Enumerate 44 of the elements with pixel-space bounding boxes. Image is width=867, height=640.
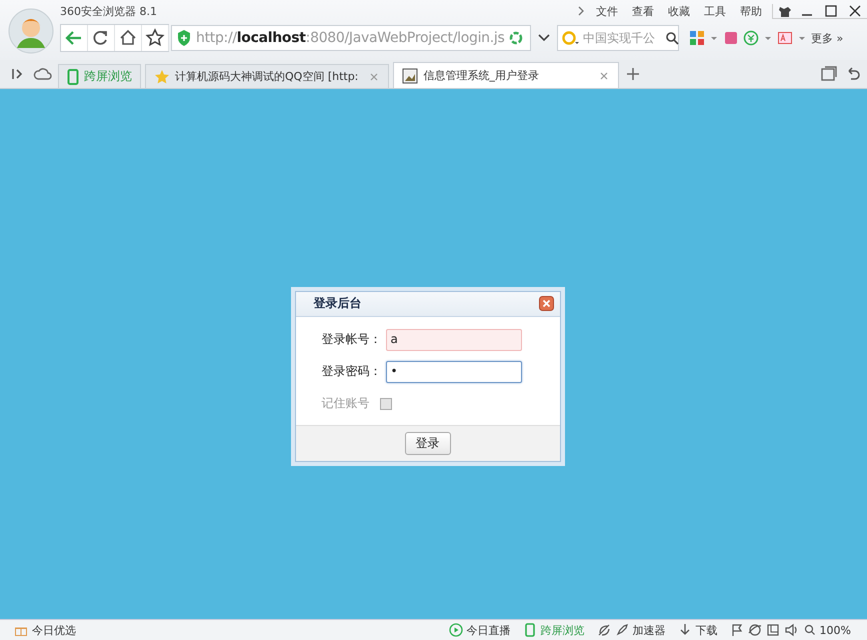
browser-tab[interactable]: 信息管理系统_用户登录 bbox=[393, 62, 620, 88]
down-arrow-icon[interactable] bbox=[678, 623, 692, 637]
search-bar[interactable]: 中国实现千公 bbox=[557, 25, 679, 51]
menu-item[interactable]: 文件 bbox=[596, 4, 618, 18]
menu-item[interactable]: 收藏 bbox=[668, 4, 690, 18]
translate-icon[interactable] bbox=[777, 30, 793, 46]
picture-icon bbox=[402, 68, 418, 84]
apps-grid-icon[interactable] bbox=[689, 30, 705, 46]
browser-tab[interactable]: 计算机源码大神调试的QQ空间 [http: bbox=[145, 64, 390, 88]
chevron-icon[interactable] bbox=[576, 5, 586, 17]
url-text: http://localhost:8080/JavaWebProject/login.js bbox=[196, 30, 504, 46]
more-link[interactable]: 更多 » bbox=[811, 30, 844, 46]
play-icon[interactable] bbox=[448, 623, 463, 637]
recycle-icon[interactable] bbox=[508, 30, 524, 46]
window-icon[interactable] bbox=[766, 623, 780, 637]
star-icon bbox=[154, 68, 170, 84]
login-button[interactable]: 登录 bbox=[404, 432, 450, 454]
status-item[interactable]: 今日直播 bbox=[466, 622, 511, 638]
window-title: 360安全浏览器 8.1 bbox=[60, 4, 157, 18]
zoom-level[interactable]: 100% bbox=[820, 624, 851, 636]
menu-item[interactable]: 查看 bbox=[632, 4, 654, 18]
close-icon[interactable] bbox=[538, 296, 554, 311]
checkbox-label: 记住账号 bbox=[322, 395, 370, 412]
zoom-icon[interactable] bbox=[804, 624, 816, 636]
input-field[interactable]: a bbox=[386, 328, 522, 350]
search-icon[interactable] bbox=[665, 31, 679, 45]
shield-yen-icon[interactable] bbox=[743, 30, 759, 46]
phone-icon bbox=[67, 68, 79, 84]
status-item[interactable]: 今日优选 bbox=[32, 622, 76, 638]
swirl-icon[interactable] bbox=[596, 623, 611, 637]
status-item[interactable]: 下载 bbox=[696, 622, 718, 638]
flag-icon[interactable] bbox=[730, 623, 744, 637]
address-bar[interactable]: http://localhost:8080/JavaWebProject/login.js bbox=[171, 25, 531, 51]
phone-icon[interactable] bbox=[522, 623, 537, 637]
input-field[interactable]: • bbox=[386, 360, 522, 382]
dialog-title: 登录后台 bbox=[314, 295, 362, 312]
field-label: 登录密码： bbox=[322, 363, 382, 380]
menu-item[interactable]: 帮助 bbox=[740, 4, 762, 18]
menu-item[interactable]: 工具 bbox=[704, 4, 726, 18]
field-label: 登录帐号： bbox=[322, 331, 382, 348]
status-item[interactable]: 加速器 bbox=[632, 622, 666, 638]
avatar-icon[interactable] bbox=[8, 8, 54, 54]
search-field[interactable]: 中国实现千公 bbox=[581, 31, 665, 45]
shield-icon bbox=[176, 29, 192, 47]
